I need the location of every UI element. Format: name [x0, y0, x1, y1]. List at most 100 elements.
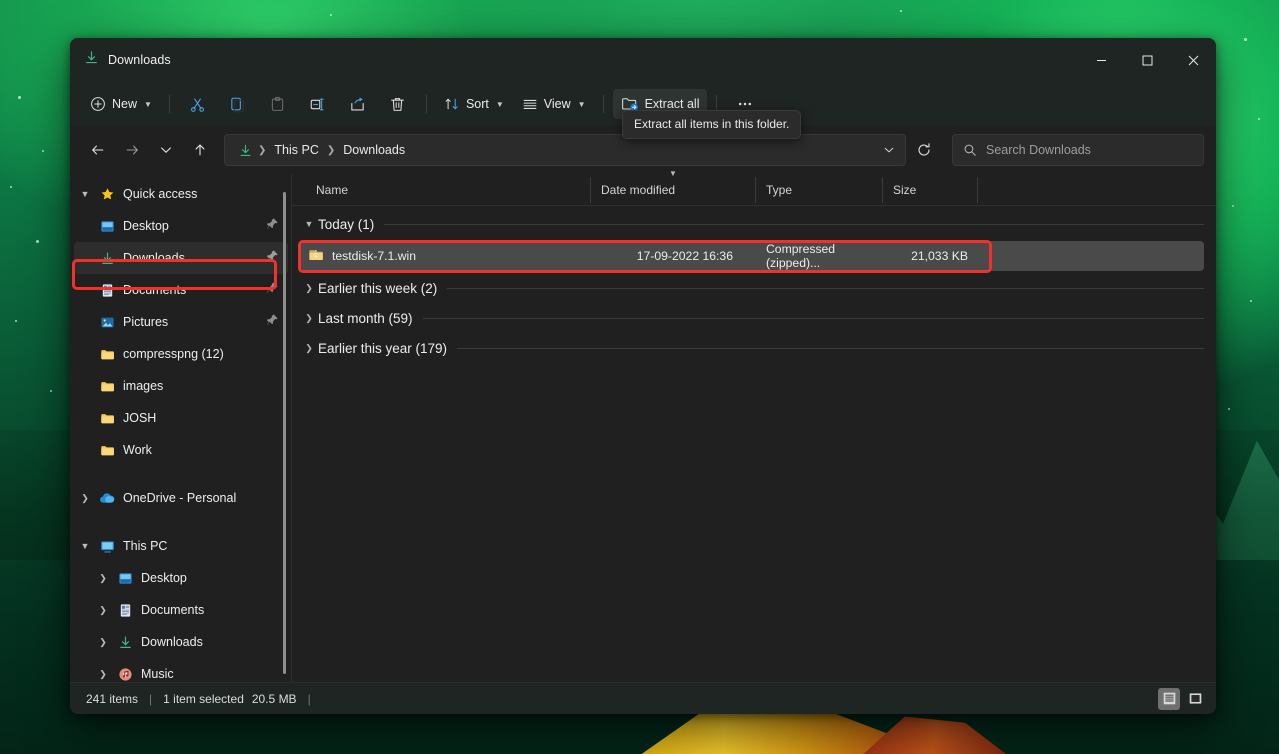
file-rows: ▼ Today (1) testdisk-7.1.win 17-09-2022 … [292, 206, 1216, 682]
sidebar-item-onedrive[interactable]: ❯ OneDrive - Personal [74, 482, 288, 514]
status-divider: | [307, 691, 311, 706]
breadcrumb-item-this-pc[interactable]: This PC [268, 140, 324, 160]
share-button[interactable] [339, 89, 377, 119]
trash-icon [391, 97, 405, 111]
sidebar-item-desktop-quick[interactable]: Desktop [74, 210, 288, 242]
extract-all-label: Extract all [644, 97, 700, 111]
chevron-right-icon[interactable]: ❯ [92, 637, 114, 648]
file-name: testdisk-7.1.win [332, 249, 416, 263]
sidebar-item-downloads[interactable]: Downloads [74, 242, 288, 274]
group-divider-line [457, 347, 1204, 349]
sidebar-item-this-pc[interactable]: ▼ This PC [74, 530, 288, 562]
chevron-right-icon[interactable]: ❯ [92, 605, 114, 616]
chevron-right-icon[interactable]: ❯ [74, 493, 96, 504]
group-label: Earlier this week (2) [318, 280, 438, 296]
window-controls [1078, 38, 1216, 82]
chevron-right-icon[interactable]: ❯ [300, 283, 318, 294]
sidebar-label: images [123, 379, 164, 393]
delete-button[interactable] [379, 89, 417, 119]
rename-button[interactable] [299, 89, 337, 119]
new-button[interactable]: New ▼ [82, 89, 160, 119]
monitor-icon [96, 539, 118, 554]
breadcrumb-item-downloads[interactable]: Downloads [337, 140, 411, 160]
sidebar-item-images[interactable]: images [74, 370, 288, 402]
large-icons-view-icon [1189, 693, 1201, 704]
large-icons-view-toggle[interactable] [1184, 688, 1206, 710]
up-button[interactable] [184, 134, 216, 166]
sidebar-item-compresspng[interactable]: compresspng (12) [74, 338, 288, 370]
breadcrumb-downloads-icon [235, 143, 256, 158]
star-icon [96, 187, 118, 202]
music-icon [114, 667, 136, 682]
pin-icon[interactable] [266, 313, 279, 331]
chevron-right-icon[interactable]: ❯ [300, 343, 318, 354]
chevron-down-icon[interactable]: ▼ [74, 189, 96, 199]
sidebar-item-josh[interactable]: JOSH [74, 402, 288, 434]
wallpaper-star [1258, 118, 1260, 120]
plus-circle-icon [91, 97, 105, 111]
rename-icon [311, 98, 325, 110]
pin-icon[interactable] [266, 249, 279, 267]
sidebar-item-work[interactable]: Work [74, 434, 288, 466]
copy-button[interactable] [219, 89, 257, 119]
sidebar-item-documents-pc[interactable]: ❯ Documents [74, 594, 288, 626]
recent-locations-button[interactable] [150, 134, 182, 166]
cell-type: Compressed (zipped)... [766, 242, 836, 270]
sidebar-item-desktop-pc[interactable]: ❯ Desktop [74, 562, 288, 594]
maximize-button[interactable] [1124, 38, 1170, 82]
wallpaper-star [10, 186, 12, 188]
view-button[interactable]: View ▼ [514, 89, 594, 119]
pin-icon[interactable] [266, 217, 279, 235]
sidebar-item-quick-access[interactable]: ▼ Quick access [74, 178, 288, 210]
back-button[interactable] [82, 134, 114, 166]
chevron-right-icon[interactable]: ❯ [92, 573, 114, 584]
breadcrumb[interactable]: ❯ This PC ❯ Downloads [224, 134, 906, 166]
sidebar-label: Music [141, 667, 174, 681]
column-header-name[interactable]: Name [300, 177, 590, 203]
column-header-date-modified[interactable]: ▼ Date modified [590, 169, 755, 203]
details-view-toggle[interactable] [1158, 687, 1180, 710]
arrow-up-icon [195, 144, 205, 156]
sidebar-item-pictures[interactable]: Pictures [74, 306, 288, 338]
table-row[interactable]: testdisk-7.1.win 17-09-2022 16:36 Compre… [301, 241, 1204, 271]
chevron-right-icon[interactable]: ❯ [92, 669, 114, 680]
sidebar-scrollbar[interactable] [283, 192, 286, 674]
group-header-last-month[interactable]: ❯ Last month (59) [292, 304, 1204, 332]
folder-icon [96, 347, 118, 362]
search-input[interactable]: Search Downloads [952, 134, 1204, 166]
close-button[interactable] [1170, 38, 1216, 82]
group-header-today[interactable]: ▼ Today (1) [292, 210, 1204, 238]
sidebar-item-downloads-pc[interactable]: ❯ Downloads [74, 626, 288, 658]
sidebar-item-music[interactable]: ❯ Music [74, 658, 288, 682]
search-icon [964, 144, 976, 156]
group-header-earlier-this-year[interactable]: ❯ Earlier this year (179) [292, 334, 1204, 362]
breadcrumb-dropdown-button[interactable] [877, 144, 901, 156]
chevron-down-icon[interactable]: ▼ [74, 541, 96, 551]
refresh-button[interactable] [908, 134, 940, 166]
cut-button[interactable] [179, 89, 217, 119]
chevron-down-icon[interactable]: ▼ [300, 219, 318, 229]
group-header-earlier-this-week[interactable]: ❯ Earlier this week (2) [292, 274, 1204, 302]
wallpaper-star [330, 14, 332, 16]
address-bar-right: Search Downloads [908, 134, 1204, 166]
paste-button[interactable] [259, 89, 297, 119]
column-header-type[interactable]: Type [755, 176, 882, 203]
sort-button[interactable]: Sort ▼ [436, 89, 512, 119]
minimize-button[interactable] [1078, 38, 1124, 82]
sidebar-label: Documents [123, 283, 187, 297]
column-label: Size [893, 182, 917, 197]
folder-icon [96, 443, 118, 458]
downloads-icon [114, 635, 136, 650]
forward-button[interactable] [116, 134, 148, 166]
column-header-size[interactable]: Size [882, 176, 977, 203]
wallpaper-star [42, 150, 44, 152]
wallpaper-star [1232, 205, 1234, 207]
title-bar-left: Downloads [70, 50, 171, 70]
zip-folder-icon [308, 247, 324, 266]
pin-icon[interactable] [266, 281, 279, 299]
explorer-body: ▼ Quick access Desktop Downloads Documen… [70, 169, 1216, 682]
sidebar-item-documents-quick[interactable]: Documents [74, 274, 288, 306]
column-label: Date modified [601, 182, 676, 197]
chevron-right-icon[interactable]: ❯ [300, 313, 318, 324]
window-title: Downloads [108, 53, 171, 67]
